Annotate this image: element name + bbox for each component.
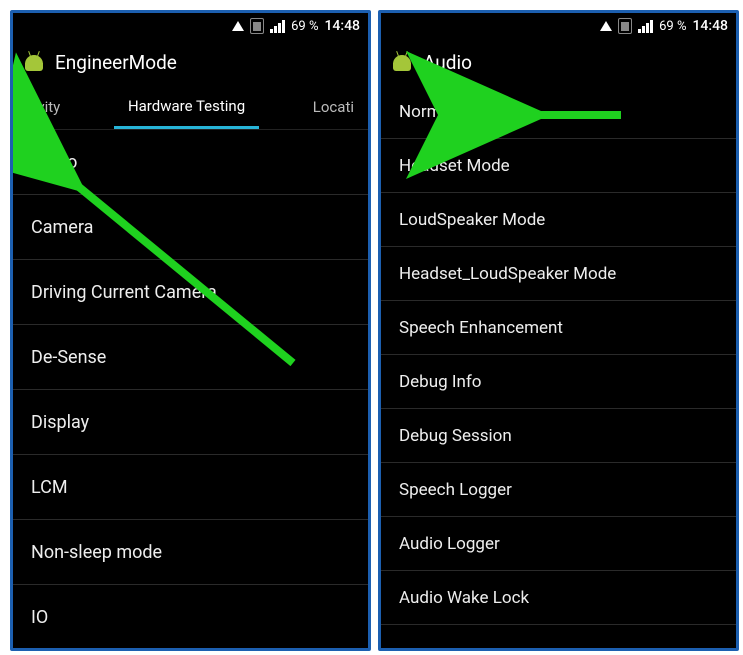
phone-left: 69 % 14:48 EngineerMode ectivity Hardwar…	[10, 10, 371, 651]
list-item-display[interactable]: Display	[13, 390, 368, 455]
list-item-loudspeaker-mode[interactable]: LoudSpeaker Mode	[381, 193, 736, 247]
clock-text: 14:48	[324, 18, 360, 34]
list-item-camera[interactable]: Camera	[13, 195, 368, 260]
list-item-headset-loudspeaker-mode[interactable]: Headset_LoudSpeaker Mode	[381, 247, 736, 301]
signal-icon	[270, 20, 285, 33]
tab-bar: ectivity Hardware Testing Locati	[13, 85, 368, 130]
list-item-speech-logger[interactable]: Speech Logger	[381, 463, 736, 517]
battery-text: 69 %	[291, 19, 318, 34]
title-bar: Audio	[381, 39, 736, 85]
list-item-audio[interactable]: Audio	[13, 130, 368, 195]
list-item-debug-session[interactable]: Debug Session	[381, 409, 736, 463]
sim-icon	[250, 18, 264, 34]
android-icon	[23, 51, 45, 73]
audio-list: Normal Mode Headset Mode LoudSpeaker Mod…	[381, 85, 736, 625]
list-item-de-sense[interactable]: De-Sense	[13, 325, 368, 390]
wifi-icon	[232, 21, 244, 31]
list-item-speech-enhancement[interactable]: Speech Enhancement	[381, 301, 736, 355]
clock-text: 14:48	[692, 18, 728, 34]
wifi-icon	[600, 21, 612, 31]
list-item-non-sleep-mode[interactable]: Non-sleep mode	[13, 520, 368, 585]
status-bar: 69 % 14:48	[13, 13, 368, 39]
android-icon	[391, 51, 413, 73]
tab-connectivity[interactable]: ectivity	[13, 85, 74, 129]
battery-text: 69 %	[659, 19, 686, 34]
tab-hardware-testing[interactable]: Hardware Testing	[114, 85, 259, 129]
title-bar: EngineerMode	[13, 39, 368, 85]
list-item-normal-mode[interactable]: Normal Mode	[381, 85, 736, 139]
app-title: EngineerMode	[55, 51, 177, 74]
sim-icon	[618, 18, 632, 34]
list-item-audio-wake-lock[interactable]: Audio Wake Lock	[381, 571, 736, 625]
list-item-debug-info[interactable]: Debug Info	[381, 355, 736, 409]
status-bar: 69 % 14:48	[381, 13, 736, 39]
list-item-lcm[interactable]: LCM	[13, 455, 368, 520]
screen-title: Audio	[423, 51, 472, 74]
tab-location[interactable]: Locati	[299, 85, 368, 129]
list-item-driving-current-camera[interactable]: Driving Current Camera	[13, 260, 368, 325]
signal-icon	[638, 20, 653, 33]
list-item-audio-logger[interactable]: Audio Logger	[381, 517, 736, 571]
hardware-list: Audio Camera Driving Current Camera De-S…	[13, 130, 368, 650]
phone-right: 69 % 14:48 Audio Normal Mode Headset Mod…	[378, 10, 739, 651]
list-item-headset-mode[interactable]: Headset Mode	[381, 139, 736, 193]
list-item-io[interactable]: IO	[13, 585, 368, 650]
